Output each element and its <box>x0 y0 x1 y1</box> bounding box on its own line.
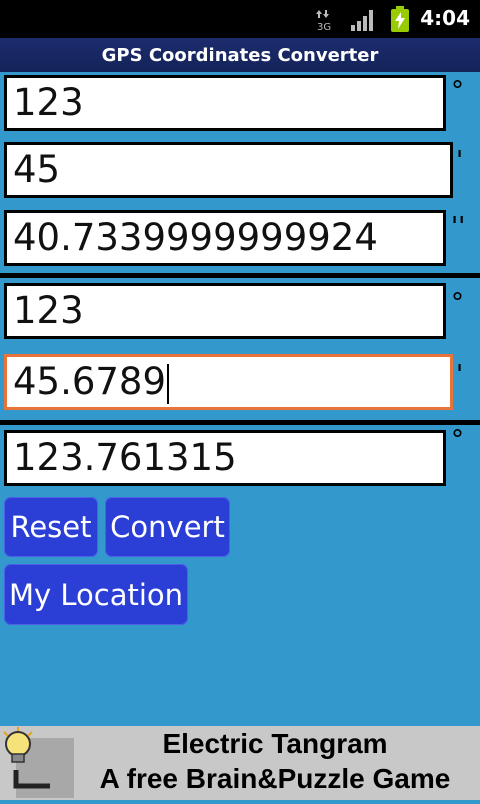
ad-banner[interactable]: Electric Tangram A free Brain&Puzzle Gam… <box>0 726 480 800</box>
clock: 4:04 <box>420 6 470 30</box>
app-title-bar: GPS Coordinates Converter <box>0 38 480 72</box>
section-divider <box>0 273 480 278</box>
convert-button[interactable]: Convert <box>105 497 230 557</box>
dms-minute-symbol: ' <box>456 146 464 176</box>
dm-degree-symbol: ° <box>451 288 464 318</box>
dms-seconds-input[interactable]: 40.7339999999924 <box>4 210 446 266</box>
lightbulb-icon <box>0 726 76 804</box>
dms-degree-symbol: ° <box>451 76 464 106</box>
section-divider <box>0 420 480 425</box>
status-bar: 3G 4:04 <box>0 0 480 38</box>
dd-degree-symbol: ° <box>451 425 464 455</box>
dms-second-symbol: '' <box>451 212 466 242</box>
dm-degrees-input[interactable]: 123 <box>4 283 446 339</box>
signal-icon <box>349 9 377 35</box>
my-location-button[interactable]: My Location <box>4 564 188 625</box>
dms-degrees-input[interactable]: 123 <box>4 75 446 131</box>
ad-title: Electric Tangram <box>162 728 388 759</box>
dms-minutes-input[interactable]: 45 <box>4 142 453 198</box>
dm-minutes-input[interactable]: 45.6789 <box>4 354 453 410</box>
ad-subtitle: A free Brain&Puzzle Game <box>99 763 451 794</box>
dd-degrees-input[interactable]: 123.761315 <box>4 430 446 486</box>
reset-button[interactable]: Reset <box>4 497 98 557</box>
network-3g-icon: 3G <box>314 9 336 35</box>
battery-charging-icon <box>390 6 410 36</box>
text-cursor <box>167 363 170 404</box>
dm-minutes-value: 45.6789 <box>13 360 167 403</box>
app-title: GPS Coordinates Converter <box>101 44 379 66</box>
dm-minute-symbol: ' <box>456 360 464 390</box>
svg-text:3G: 3G <box>317 22 331 31</box>
